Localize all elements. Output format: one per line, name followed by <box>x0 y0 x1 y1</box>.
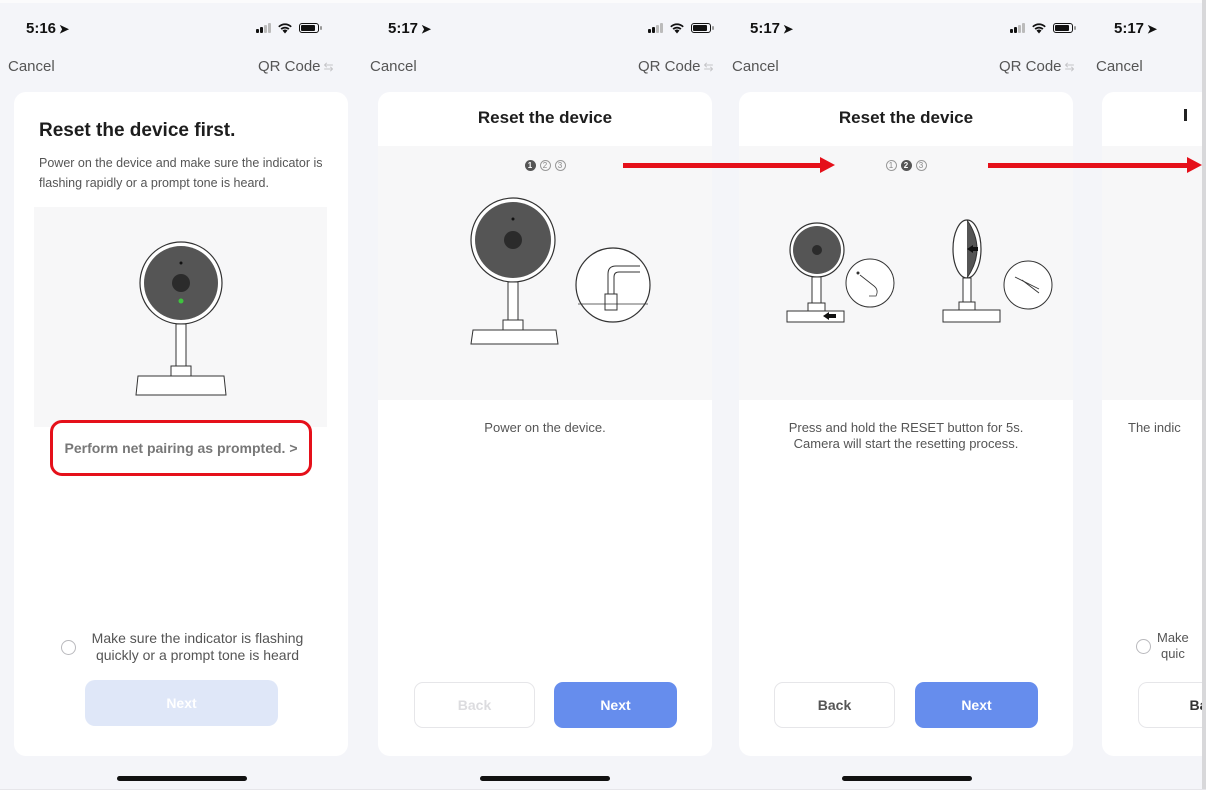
step-instruction-line-1: Press and hold the RESET button for 5s. <box>788 420 1024 435</box>
step-illustration-area <box>1102 146 1202 400</box>
nav-bar: Cancel QR Code ⇆ <box>724 58 1086 80</box>
wifi-icon <box>278 23 292 34</box>
status-time: 5:17 ➤ <box>388 20 432 37</box>
power-on-illustration <box>470 197 651 345</box>
back-button[interactable]: Back <box>414 682 535 728</box>
cellular-signal-icon <box>256 23 271 33</box>
back-button[interactable]: Ba <box>1138 682 1202 728</box>
net-pairing-link[interactable]: Perform net pairing as prompted. > <box>50 420 312 476</box>
nav-bar: Cancel <box>1088 58 1202 80</box>
status-time: 5:17 ➤ <box>750 20 794 37</box>
swap-icon: ⇆ <box>323 60 334 74</box>
home-indicator <box>842 776 972 781</box>
cellular-signal-icon <box>1010 23 1025 33</box>
screen-3: 5:17 ➤ Cancel QR Code ⇆ Reset the device 1… <box>724 0 1086 792</box>
annotation-arrow-2 <box>988 157 1202 173</box>
status-bar: 5:16 ➤ <box>0 20 362 40</box>
description: Power on the device and make sure the in… <box>39 156 323 190</box>
home-indicator <box>117 776 247 781</box>
location-arrow-icon: ➤ <box>421 22 432 36</box>
battery-icon <box>1053 23 1076 33</box>
reset-card: The indic Makequic Ba <box>1102 92 1202 756</box>
qr-code-button[interactable]: QR Code ⇆ <box>258 58 334 75</box>
step-instruction: The indic <box>1128 420 1181 435</box>
screen-2: 5:17 ➤ Cancel QR Code ⇆ Reset the device 1… <box>362 0 724 792</box>
location-arrow-icon: ➤ <box>783 22 794 36</box>
page-title: Reset the device <box>477 108 613 127</box>
nav-bar: Cancel QR Code ⇆ <box>362 58 724 80</box>
page-title: Reset the device <box>838 108 974 127</box>
wifi-icon <box>670 23 684 34</box>
step-illustration-area: 1 2 3 <box>378 146 712 400</box>
scrollbar-edge <box>1202 0 1206 792</box>
wifi-icon <box>1032 23 1046 34</box>
step-instruction-line-2: Camera will start the resetting process. <box>793 436 1019 451</box>
confirm-checkbox-row[interactable]: Make sure the indicator is flashing quic… <box>61 630 311 664</box>
confirm-checkbox[interactable] <box>1136 638 1151 654</box>
cellular-signal-icon <box>648 23 663 33</box>
next-button[interactable]: Next <box>915 682 1038 728</box>
status-bar: 5:17 ➤ <box>1088 20 1202 40</box>
confirm-checkbox-label: Make sure the indicator is flashing quic… <box>91 630 304 663</box>
step-instruction: Press and hold the RESET button for 5s. … <box>739 420 1073 452</box>
confirm-checkbox[interactable] <box>61 639 76 655</box>
cancel-button[interactable]: Cancel <box>732 58 779 75</box>
next-button[interactable]: Next <box>85 680 278 726</box>
reset-button-illustration <box>786 219 1053 323</box>
qr-code-button[interactable]: QR Code ⇆ <box>999 58 1075 75</box>
status-bar: 5:17 ➤ <box>724 20 1086 40</box>
step-instruction: Power on the device. <box>484 420 606 435</box>
swap-icon: ⇆ <box>1064 60 1075 74</box>
qr-code-button[interactable]: QR Code ⇆ <box>638 58 714 75</box>
battery-icon <box>299 23 322 33</box>
cancel-button[interactable]: Cancel <box>370 58 417 75</box>
next-button[interactable]: Next <box>554 682 677 728</box>
home-indicator <box>480 776 610 781</box>
screen-4: 5:17➤ Cancel The indic Makequic Ba <box>1088 0 1202 792</box>
status-time: 5:16 ➤ <box>26 20 70 37</box>
step-illustration-area: 1 2 3 <box>739 146 1073 400</box>
reset-card: Reset the device 1 2 3 Power on the devi… <box>378 92 712 756</box>
title-partial <box>1184 109 1187 121</box>
page-title: Reset the device first. <box>39 120 236 141</box>
reset-card: Reset the device first. Power on the dev… <box>14 92 348 756</box>
screen-1: 5:16 ➤ Cancel QR Code ⇆ Reset the device f… <box>0 0 362 792</box>
swap-icon: ⇆ <box>703 60 714 74</box>
status-time: 5:17 ➤ <box>1114 20 1158 37</box>
confirm-checkbox-label: Make quic <box>1157 630 1189 661</box>
cancel-button[interactable]: Cancel <box>8 58 55 75</box>
location-arrow-icon: ➤ <box>1147 22 1158 36</box>
confirm-checkbox-row[interactable]: Make quic <box>1136 630 1189 662</box>
status-bar: 5:17 ➤ <box>362 20 724 40</box>
reset-card: Reset the device 1 2 3 Press and hold th… <box>739 92 1073 756</box>
battery-icon <box>691 23 714 33</box>
nav-bar: Cancel QR Code ⇆ <box>0 58 362 80</box>
device-illustration <box>34 207 327 427</box>
camera-illustration <box>135 241 227 396</box>
bottom-border <box>0 789 1206 793</box>
annotation-arrow-1 <box>623 157 835 173</box>
location-arrow-icon: ➤ <box>59 22 70 36</box>
cancel-button[interactable]: Cancel <box>1096 58 1143 75</box>
back-button[interactable]: Back <box>774 682 895 728</box>
